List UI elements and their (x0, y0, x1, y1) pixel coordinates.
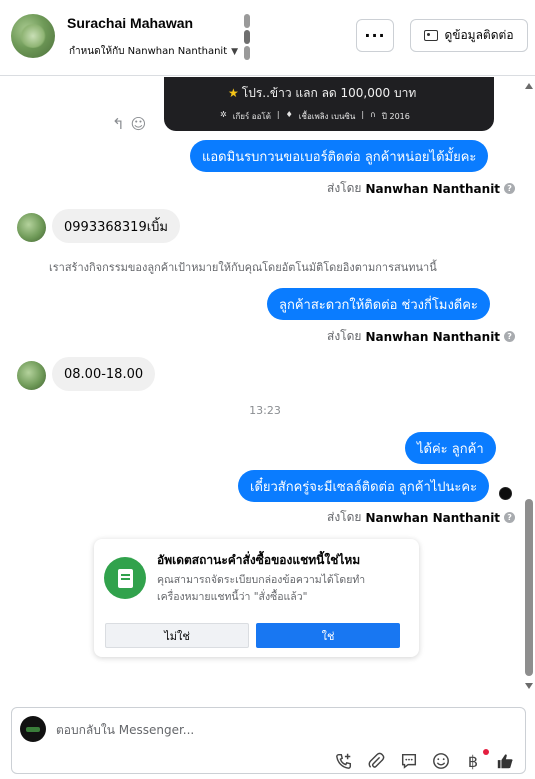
notification-dot (483, 749, 489, 755)
contact-name[interactable]: Surachai Mahawan (67, 15, 193, 31)
outgoing-message[interactable]: แอดมินรบกวนขอเบอร์ติดต่อ ลูกค้าหน่อยได้ม… (190, 140, 489, 172)
contact-avatar-small[interactable] (17, 213, 46, 242)
incoming-message[interactable]: 0993368319เบิ้ม (52, 209, 180, 243)
thumbs-up-icon[interactable] (495, 752, 515, 770)
calendar-icon: ∩ (370, 110, 376, 119)
scroll-up-arrow[interactable] (525, 83, 533, 89)
more-options-button[interactable]: ··· (356, 19, 394, 52)
promo-spec: เชื้อเพลิง เบนซิน (298, 112, 356, 121)
assignee-label: กำหนดให้กับ Nanwhan Nanthanit (69, 46, 228, 57)
view-contact-button[interactable]: ดูข้อมูลติดต่อ (410, 19, 528, 52)
promo-spec: ปี 2016 (381, 112, 410, 121)
message-composer: ฿ (11, 707, 526, 774)
receipt-icon (104, 557, 146, 599)
scroll-down-arrow[interactable] (525, 683, 533, 689)
order-status-prompt: อัพเดตสถานะคำสั่งซื้อของแชทนี้ใช่ไหม คุณ… (94, 539, 419, 657)
help-icon[interactable]: ? (504, 331, 516, 342)
yes-button[interactable]: ใช่ (256, 623, 400, 648)
sent-by-label: ส่งโดย Nanwhan Nanthanit ? (327, 508, 516, 527)
saved-replies-icon[interactable] (399, 752, 419, 770)
outgoing-message[interactable]: เดี๋ยวสักครู่จะมีเซลล์ติดต่อ ลูกค้าไปนะค… (238, 470, 490, 502)
promo-spec: เกียร์ ออโต้ (232, 112, 271, 121)
payment-icon[interactable]: ฿ (463, 752, 483, 771)
sender-name: Nanwhan Nanthanit (365, 329, 501, 344)
outgoing-message[interactable]: ลูกค้าสะดวกให้ติดต่อ ช่วงกี่โมงดีคะ (267, 288, 490, 320)
chat-header: Surachai Mahawan กำหนดให้กับ Nanwhan Nan… (0, 0, 535, 76)
caret-down-icon: ▼ (231, 46, 239, 57)
more-icon: ··· (364, 26, 386, 45)
promo-specs: ✲ เกียร์ ออโต้ | ♦ เชื้อเพลิง เบนซิน | ∩ ปี 2… (220, 110, 410, 121)
attachment-icon[interactable] (366, 752, 386, 770)
sender-name: Nanwhan Nanthanit (365, 181, 501, 196)
page-avatar (20, 716, 46, 742)
help-icon[interactable]: ? (504, 512, 516, 523)
scroll-thumb[interactable] (525, 499, 533, 676)
prompt-body: คุณสามารถจัดระเบียบกล่องข้อความได้โดยทำเ… (157, 574, 366, 603)
timestamp: 13:23 (249, 404, 281, 417)
gear-icon: ✲ (220, 110, 227, 119)
call-add-icon[interactable] (334, 752, 354, 770)
header-scroll-handle[interactable] (242, 14, 252, 60)
promo-image[interactable]: ★ โปร..ข้าว แลก ลด 100,000 บาท ✲ เกียร์ ออ… (164, 77, 494, 131)
assignee-dropdown[interactable]: กำหนดให้กับ Nanwhan Nanthanit ▼ (69, 44, 238, 59)
reply-input[interactable] (56, 720, 496, 740)
outgoing-message[interactable]: ได้ค่ะ ลูกค้า (405, 432, 496, 464)
contact-card-icon (424, 30, 439, 41)
no-button[interactable]: ไม่ใช่ (105, 623, 249, 648)
sender-name: Nanwhan Nanthanit (365, 510, 501, 525)
emoji-react-icon[interactable]: ☺ (131, 115, 147, 133)
contact-avatar-small[interactable] (17, 361, 46, 390)
view-contact-label: ดูข้อมูลติดต่อ (444, 28, 514, 42)
prompt-title: อัพเดตสถานะคำสั่งซื้อของแชทนี้ใช่ไหม (157, 553, 361, 567)
message-actions: ↰ ☺ (112, 115, 146, 133)
seen-avatar (499, 487, 512, 500)
star-icon: ★ (228, 86, 239, 100)
emoji-icon[interactable] (431, 752, 451, 770)
incoming-message[interactable]: 08.00-18.00 (52, 357, 156, 391)
sent-by-label: ส่งโดย Nanwhan Nanthanit ? (327, 179, 516, 198)
contact-avatar[interactable] (11, 14, 55, 58)
help-icon[interactable]: ? (504, 183, 516, 194)
message-thread: ★ โปร..ข้าว แลก ลด 100,000 บาท ✲ เกียร์ ออ… (0, 77, 520, 695)
reply-icon[interactable]: ↰ (112, 115, 125, 133)
promo-headline: ★ โปร..ข้าว แลก ลด 100,000 บาท (228, 86, 417, 100)
system-note: เราสร้างกิจกรรมของลูกค้าเป้าหมายให้กับคุ… (49, 261, 437, 274)
sent-by-label: ส่งโดย Nanwhan Nanthanit ? (327, 327, 516, 346)
fuel-icon: ♦ (285, 110, 293, 119)
thread-scrollbar[interactable] (520, 77, 535, 695)
